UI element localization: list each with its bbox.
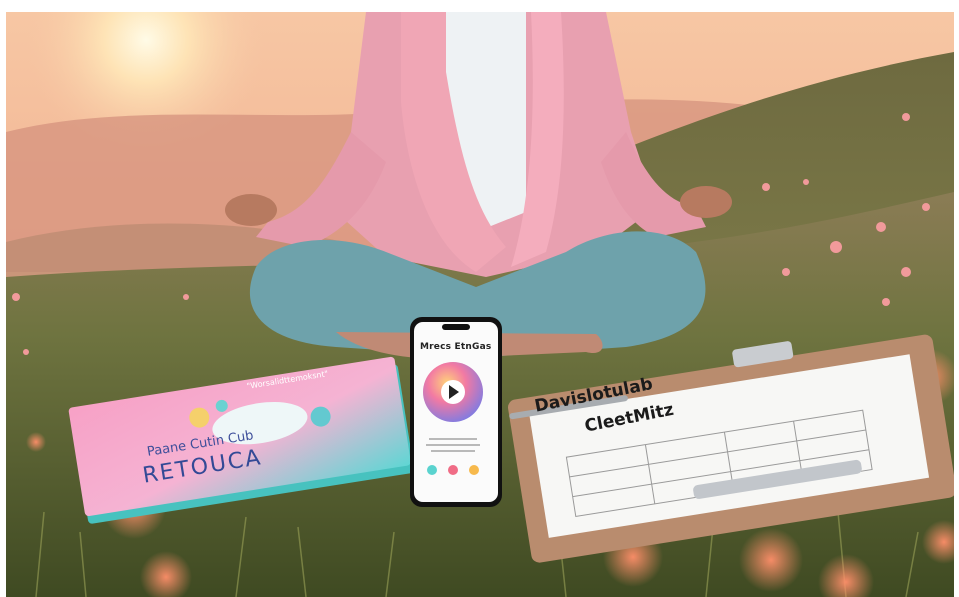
phone-text-line bbox=[426, 444, 480, 446]
phone-text-line bbox=[431, 450, 475, 452]
phone-text-line bbox=[429, 438, 477, 440]
phone-screen-title: Mrecs EtnGas bbox=[420, 342, 492, 352]
photo-illustration bbox=[6, 12, 954, 597]
meditation-photo: Mrecs EtnGas Davislotulab CleetMitz "Wor… bbox=[6, 12, 954, 597]
